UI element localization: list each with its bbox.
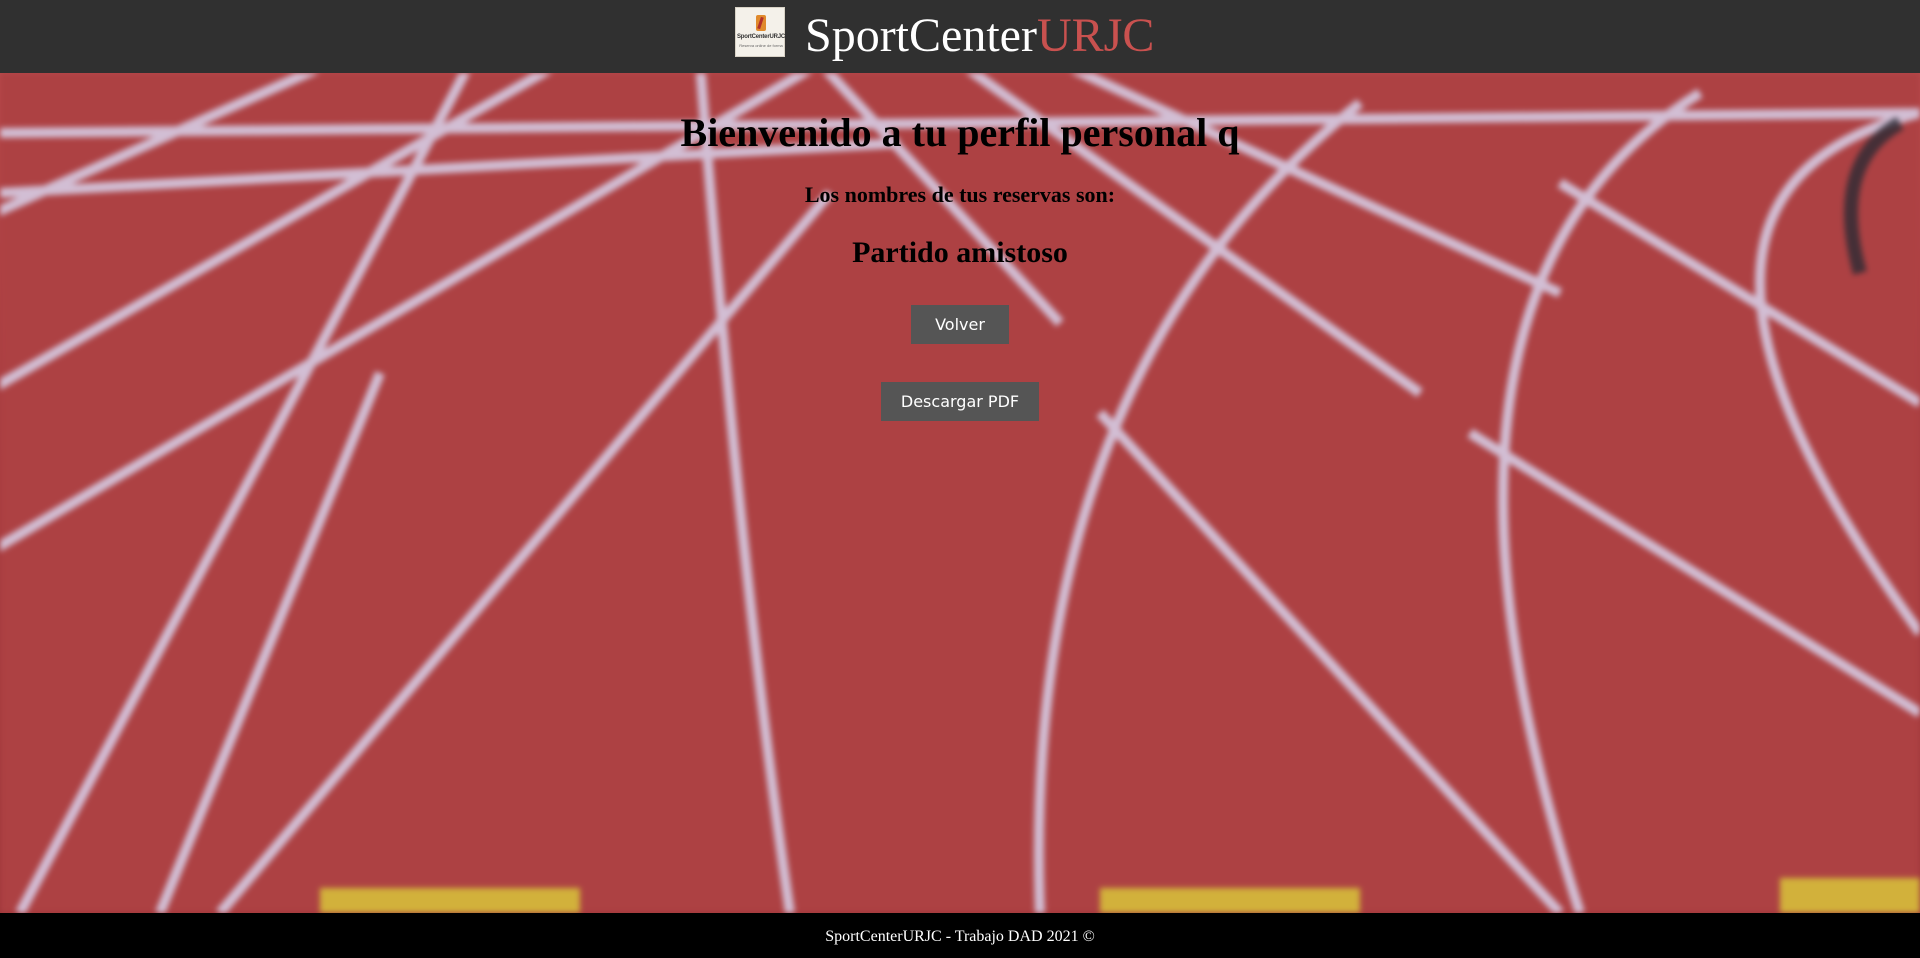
reservation-name: Partido amistoso bbox=[852, 236, 1068, 269]
profile-main: Bienvenido a tu perfil personal q Los no… bbox=[0, 73, 1920, 913]
site-logo[interactable]: SportCenterURJC Reserva online de forma bbox=[735, 7, 785, 57]
brand-title[interactable]: SportCenterURJC bbox=[805, 6, 1154, 66]
brand-title-primary: SportCenter bbox=[805, 9, 1037, 62]
footer-text: SportCenterURJC - Trabajo DAD 2021 © bbox=[825, 928, 1095, 945]
site-footer: SportCenterURJC - Trabajo DAD 2021 © bbox=[0, 913, 1920, 958]
logo-icon bbox=[756, 15, 766, 31]
logo-subtext: Reserva online de forma bbox=[739, 43, 783, 48]
download-pdf-button[interactable]: Descargar PDF bbox=[881, 382, 1039, 421]
page: SportCenterURJC Reserva online de forma … bbox=[0, 0, 1920, 958]
back-button[interactable]: Volver bbox=[911, 305, 1009, 344]
reservations-heading: Los nombres de tus reservas son: bbox=[804, 182, 1116, 207]
logo-text: SportCenterURJC bbox=[736, 34, 785, 40]
site-header: SportCenterURJC Reserva online de forma … bbox=[0, 0, 1920, 73]
page-title: Bienvenido a tu perfil personal q bbox=[680, 110, 1240, 155]
brand-title-accent: URJC bbox=[1036, 9, 1155, 62]
